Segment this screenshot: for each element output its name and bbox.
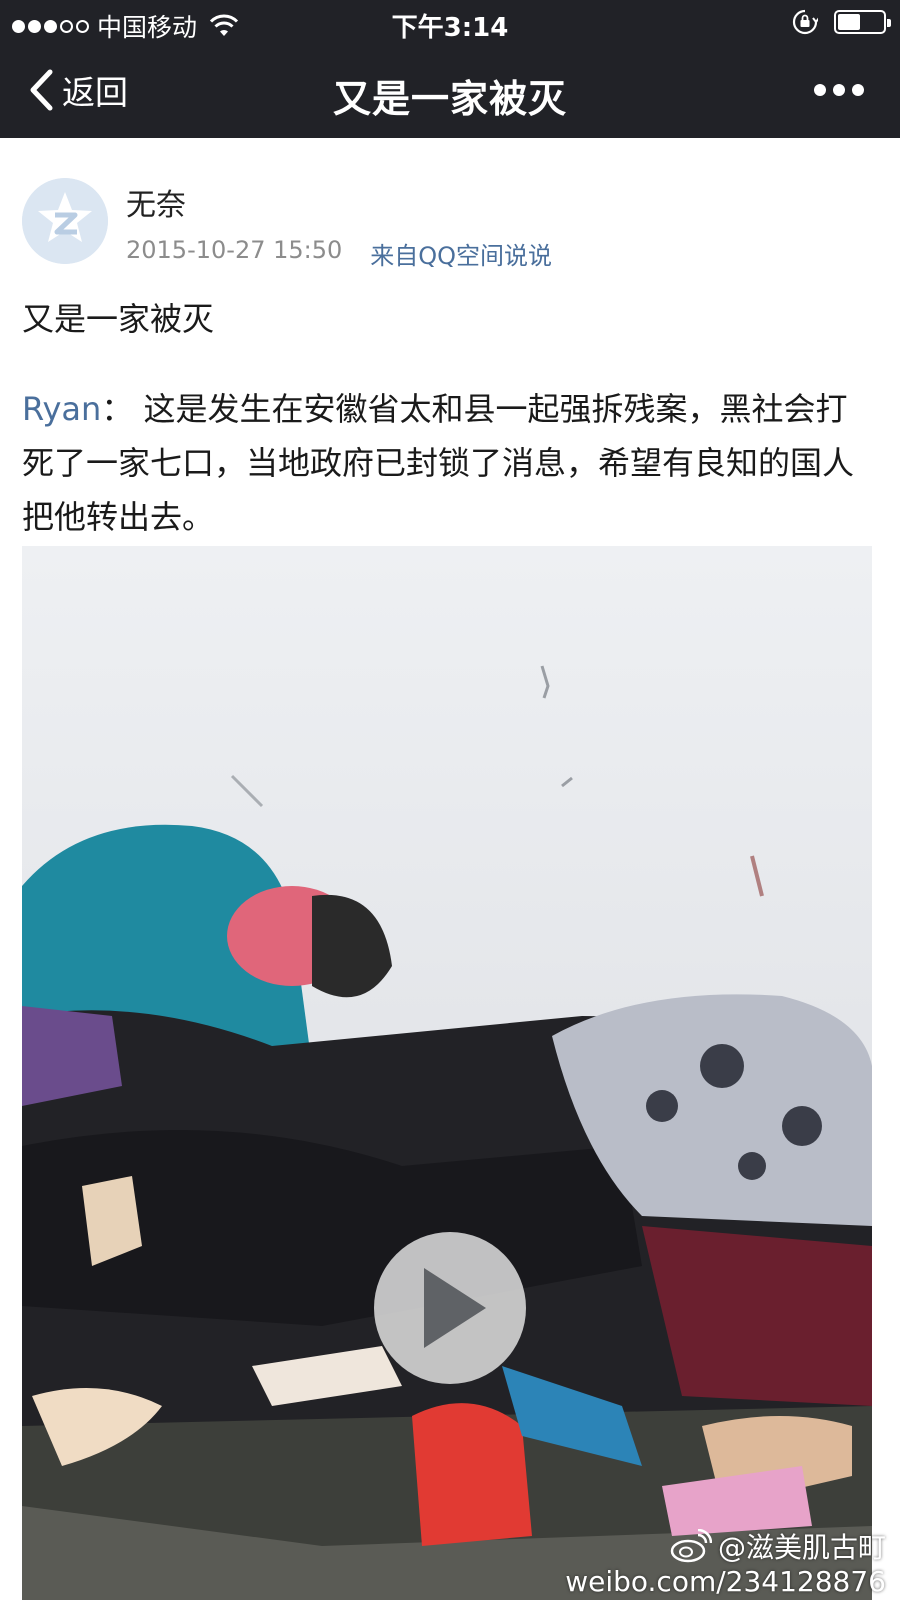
nav-bar: 返回 又是一家被灭	[0, 46, 900, 138]
post-title: 又是一家被灭	[22, 300, 215, 338]
status-right	[792, 9, 891, 35]
weibo-icon	[670, 1529, 712, 1563]
weibo-watermark: @滋美肌古町 weibo.com/234128876	[565, 1526, 886, 1598]
post-meta: 2015-10-27 15:50 来自QQ空间说说	[126, 236, 552, 271]
body-text: 这是发生在安徽省太和县一起强拆残案，黑社会打死了一家七口，当地政府已封锁了消息，…	[22, 390, 855, 536]
video-thumbnail	[22, 546, 872, 1600]
play-icon	[424, 1268, 486, 1348]
battery-level	[838, 14, 860, 30]
battery-icon	[834, 10, 891, 34]
video-player[interactable]	[22, 546, 872, 1600]
body-separator: ：	[101, 390, 134, 428]
watermark-handle: @滋美肌古町	[717, 1531, 886, 1564]
username[interactable]: 无奈	[126, 180, 186, 224]
watermark-url: weibo.com/234128876	[565, 1565, 886, 1598]
post-timestamp: 2015-10-27 15:50	[126, 236, 343, 264]
more-dot	[852, 84, 864, 96]
post-body: Ryan： 这是发生在安徽省太和县一起强拆残案，黑社会打死了一家七口，当地政府已…	[22, 382, 872, 544]
watermark-handle-row: @滋美肌古町	[565, 1526, 886, 1566]
more-dots-icon[interactable]	[814, 84, 864, 96]
page-title: 又是一家被灭	[332, 77, 567, 121]
post-source-link[interactable]: 来自QQ空间说说	[370, 236, 552, 271]
play-button[interactable]	[374, 1232, 526, 1384]
more-dot	[814, 84, 826, 96]
avatar[interactable]	[22, 178, 108, 264]
quoted-author-link[interactable]: Ryan	[22, 390, 101, 428]
rotation-lock-icon	[792, 9, 818, 35]
qzone-logo-icon	[22, 178, 108, 264]
status-time: 下午3:14	[391, 13, 509, 43]
more-dot	[833, 84, 845, 96]
status-bar: 中国移动 下午3:14	[0, 0, 900, 46]
